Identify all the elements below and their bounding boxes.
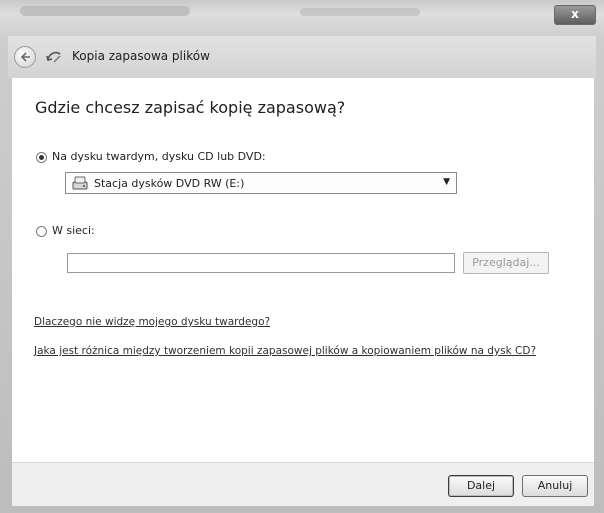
link-why-no-disk[interactable]: Dlaczego nie widzę mojego dysku twardego… xyxy=(34,316,270,328)
page-title: Kopia zapasowa plików xyxy=(72,49,210,63)
drive-icon xyxy=(72,176,88,190)
drive-select[interactable]: Stacja dysków DVD RW (E:) ▼ xyxy=(65,172,457,194)
title-bar: x xyxy=(0,0,604,36)
network-path-input[interactable] xyxy=(67,253,455,273)
content-panel: Gdzie chcesz zapisać kopię zapasową? Na … xyxy=(12,78,594,462)
link-backup-vs-copy[interactable]: Jaka jest różnica między tworzeniem kopi… xyxy=(34,345,536,357)
radio-network-label[interactable]: W sieci: xyxy=(52,224,95,237)
dialog-footer: Dalej Anuluj xyxy=(12,462,594,506)
chevron-down-icon: ▼ xyxy=(443,177,450,187)
browse-button[interactable]: Przeglądaj... xyxy=(463,252,549,274)
main-heading: Gdzie chcesz zapisać kopię zapasową? xyxy=(35,98,346,117)
radio-disk-label[interactable]: Na dysku twardym, dysku CD lub DVD: xyxy=(52,150,266,163)
title-bar-blur xyxy=(300,8,420,16)
navigation-bar: Kopia zapasowa plików xyxy=(8,36,596,78)
back-button[interactable] xyxy=(14,46,36,68)
back-arrow-icon xyxy=(20,52,30,62)
dialog-window: x Kopia zapasowa plików Gdzie chcesz zap… xyxy=(0,0,604,513)
radio-disk[interactable] xyxy=(36,152,47,163)
drive-select-value: Stacja dysków DVD RW (E:) xyxy=(94,177,245,190)
radio-network[interactable] xyxy=(36,226,47,237)
next-button[interactable]: Dalej xyxy=(448,475,514,497)
cancel-button[interactable]: Anuluj xyxy=(522,475,588,497)
close-button[interactable]: x xyxy=(554,5,596,25)
backup-icon xyxy=(46,51,61,63)
title-bar-blur xyxy=(20,6,190,16)
